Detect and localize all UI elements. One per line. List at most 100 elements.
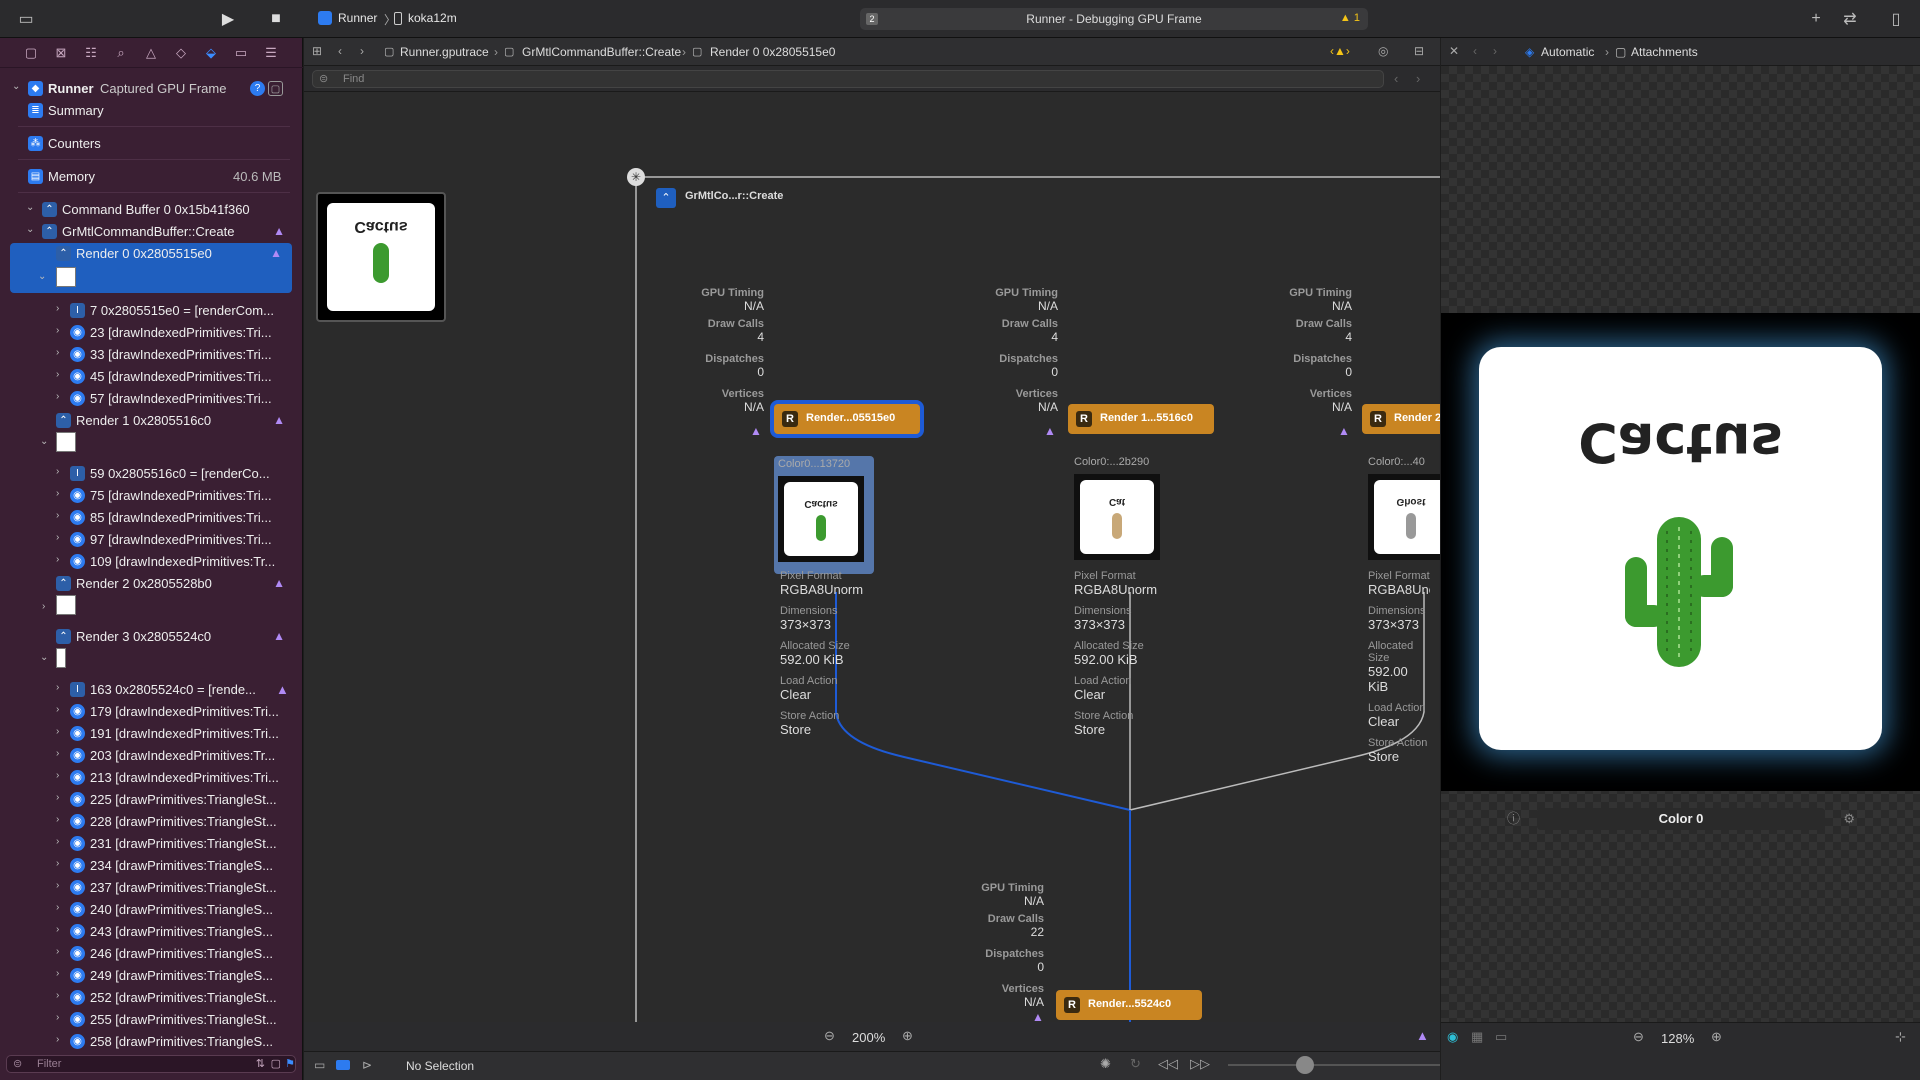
tree-item-render3[interactable]: ⌄ ⌃ Render 3 0x2805524c0 ▲ [0, 626, 303, 663]
forward-icon[interactable]: ▷▷ [1190, 1056, 1210, 1072]
zoom-out-icon[interactable]: ⊖ [824, 1028, 835, 1044]
step-icon[interactable]: ⊳ [362, 1058, 372, 1072]
calendar-icon[interactable]: ▦ [1471, 1029, 1483, 1045]
sidebar-toggle-icon[interactable]: ▭ [14, 7, 38, 31]
list-item[interactable]: › ◉ 252 [drawPrimitives:TriangleSt... [0, 987, 303, 1009]
list-item[interactable]: › ◉ 85 [drawIndexedPrimitives:Tri... [0, 507, 303, 529]
list-item[interactable]: › I 59 0x2805516c0 = [renderCo... [0, 463, 303, 485]
list-item[interactable]: › ◉ 240 [drawPrimitives:TriangleS... [0, 899, 303, 921]
find-prev-icon[interactable]: ‹ [1394, 71, 1398, 86]
render-node[interactable]: R Render 2... [1362, 404, 1440, 434]
tree-item-memory[interactable]: ▤ Memory 40.6 MB [0, 166, 303, 188]
list-item[interactable]: › I 7 0x2805515e0 = [renderCom... [0, 300, 303, 322]
device-selector[interactable]: koka12m [408, 11, 457, 25]
list-item[interactable]: › ◉ 246 [drawPrimitives:TriangleS... [0, 943, 303, 965]
hierarchy-icon[interactable]: ☷ [82, 44, 100, 62]
forward-icon[interactable]: › [1493, 44, 1497, 58]
frame-icon[interactable]: ▭ [1495, 1029, 1507, 1045]
list-item[interactable]: › ◉ 191 [drawIndexedPrimitives:Tri... [0, 723, 303, 745]
source-control-icon[interactable]: ⊠ [52, 44, 70, 62]
tree-item-render0[interactable]: ⌄ ⌃ Render 0 0x2805515e0 ▲ [10, 243, 292, 293]
tree-item-summary[interactable]: ≣ Summary [0, 100, 303, 122]
list-item[interactable]: › ◉ 234 [drawPrimitives:TriangleS... [0, 855, 303, 877]
folder-icon[interactable]: ▢ [22, 44, 40, 62]
add-icon[interactable]: + [1804, 7, 1828, 31]
render-node[interactable]: R Render...05515e0 [774, 404, 920, 434]
list-item[interactable]: › ◉ 249 [drawPrimitives:TriangleS... [0, 965, 303, 987]
bug-icon[interactable]: ✺ [1100, 1056, 1111, 1072]
back-icon[interactable]: ‹ [1473, 44, 1477, 58]
list-item[interactable]: › ◉ 203 [drawIndexedPrimitives:Tr... [0, 745, 303, 767]
flag-icon[interactable]: ⚑ [285, 1056, 295, 1072]
list-item[interactable]: › ◉ 258 [drawPrimitives:TriangleS... [0, 1031, 303, 1053]
search-icon[interactable]: ⌕ [112, 44, 130, 62]
swap-icon[interactable]: ⇄ [1838, 7, 1862, 31]
list-item[interactable]: › ◉ 75 [drawIndexedPrimitives:Tri... [0, 485, 303, 507]
list-item[interactable]: › ◉ 231 [drawPrimitives:TriangleSt... [0, 833, 303, 855]
zoom-out-icon[interactable]: ⊖ [1633, 1029, 1644, 1045]
grid-icon[interactable]: ⊞ [312, 44, 322, 58]
attachment-card[interactable]: Color0:...40 Ghost [1368, 456, 1440, 560]
find-input[interactable]: ⊜ Find [312, 70, 1384, 88]
list-item[interactable]: › ◉ 243 [drawPrimitives:TriangleS... [0, 921, 303, 943]
breadcrumb-render[interactable]: Render 0 0x2805515e0 [710, 45, 835, 59]
list-item[interactable]: › ◉ 97 [drawIndexedPrimitives:Tri... [0, 529, 303, 551]
attachment-card[interactable]: Color0...13720 Cactus [774, 456, 874, 574]
list-item[interactable]: › ◉ 23 [drawIndexedPrimitives:Tri... [0, 322, 303, 344]
mode-selector[interactable]: Automatic [1541, 45, 1594, 59]
info-icon[interactable]: ⓘ [1507, 808, 1520, 830]
list-item[interactable]: › ◉ 237 [drawPrimitives:TriangleSt... [0, 877, 303, 899]
attachment-viewer[interactable]: Cactus ⓘ Color 0 ⚙ [1441, 66, 1920, 1022]
list-item[interactable]: › ◉ 57 [drawIndexedPrimitives:Tri... [0, 388, 303, 410]
list-item[interactable]: › I 163 0x2805524c0 = [rende... [0, 679, 303, 701]
render-node[interactable]: R Render 1...5516c0 [1068, 404, 1214, 434]
list-item[interactable]: › ◉ 228 [drawPrimitives:TriangleSt... [0, 811, 303, 833]
tree-item-command-buffer[interactable]: ⌄ ⌃ Command Buffer 0 0x15b41f360 [0, 199, 303, 221]
render1-thumbnail[interactable] [56, 432, 76, 452]
warning-icon[interactable]: ▲ [1416, 1028, 1429, 1043]
list-item[interactable]: › ◉ 45 [drawIndexedPrimitives:Tri... [0, 366, 303, 388]
issue-nav-icon[interactable]: ‹▲› [1330, 44, 1350, 58]
filter-input[interactable]: ⊜ Filter ⇅ ▢ ⚑ [6, 1055, 296, 1073]
list-item[interactable]: › ◉ 179 [drawIndexedPrimitives:Tri... [0, 701, 303, 723]
close-icon[interactable]: ✕ [1449, 44, 1459, 58]
breakpoints-icon[interactable] [336, 1060, 350, 1070]
frame-thumbnail[interactable]: Cactus [316, 192, 446, 322]
test-icon[interactable]: ◇ [172, 44, 190, 62]
reload-icon[interactable]: ↻ [1130, 1056, 1141, 1072]
tree-item-counters[interactable]: ⁂ Counters [0, 133, 303, 155]
attachment-card[interactable]: Color0:...2b290 Cat [1074, 456, 1204, 560]
zoom-in-icon[interactable]: ⊕ [902, 1028, 913, 1044]
tree-root[interactable]: ⌄ ◆ Runner Captured GPU Frame ? ▢ [0, 78, 303, 100]
breakpoint-icon[interactable]: ▭ [232, 44, 250, 62]
info-icon[interactable]: ? [250, 81, 265, 96]
find-next-icon[interactable]: › [1416, 71, 1420, 86]
split-icon[interactable]: ⊟ [1414, 44, 1424, 58]
tree-item-render1[interactable]: ⌄ ⌃ Render 1 0x2805516c0 ▲ [0, 410, 303, 447]
activity-view[interactable]: 2 Runner - Debugging GPU Frame ▲ 1 [860, 8, 1368, 30]
tree-item-grmtl[interactable]: ⌄ ⌃ GrMtlCommandBuffer::Create ▲ [0, 221, 303, 243]
inspector-zoom-level[interactable]: 128% [1661, 1031, 1694, 1046]
issue-icon[interactable]: △ [142, 44, 160, 62]
breadcrumb-trace[interactable]: Runner.gputrace [400, 45, 489, 59]
forward-icon[interactable]: › [360, 44, 364, 58]
breadcrumb-encoder[interactable]: GrMtlCommandBuffer::Create [522, 45, 681, 59]
back-icon[interactable]: ‹ [338, 44, 342, 58]
render3-node[interactable]: R Render...5524c0 [1056, 990, 1202, 1020]
fit-icon[interactable]: ⊹ [1895, 1029, 1906, 1045]
sort-icon[interactable]: ⇅ [256, 1056, 265, 1072]
rewind-icon[interactable]: ◁◁ [1158, 1056, 1178, 1072]
scheme-selector[interactable]: Runner [338, 11, 377, 25]
render0-thumbnail[interactable] [56, 267, 76, 287]
report-icon[interactable]: ☰ [262, 44, 280, 62]
list-item[interactable]: › ◉ 33 [drawIndexedPrimitives:Tri... [0, 344, 303, 366]
zoom-in-icon[interactable]: ⊕ [1711, 1029, 1722, 1045]
run-button[interactable]: ▶ [216, 7, 240, 31]
list-item[interactable]: › ◉ 213 [drawIndexedPrimitives:Tri... [0, 767, 303, 789]
list-item[interactable]: › ◉ 109 [drawIndexedPrimitives:Tr... [0, 551, 303, 573]
overlay-icon[interactable]: ◎ [1378, 44, 1388, 58]
overlay-icon[interactable]: ◉ [1447, 1029, 1458, 1045]
frame-scrubber[interactable] [1228, 1064, 1440, 1066]
list-item[interactable]: › ◉ 255 [drawPrimitives:TriangleSt... [0, 1009, 303, 1031]
section-selector[interactable]: Attachments [1631, 45, 1698, 59]
